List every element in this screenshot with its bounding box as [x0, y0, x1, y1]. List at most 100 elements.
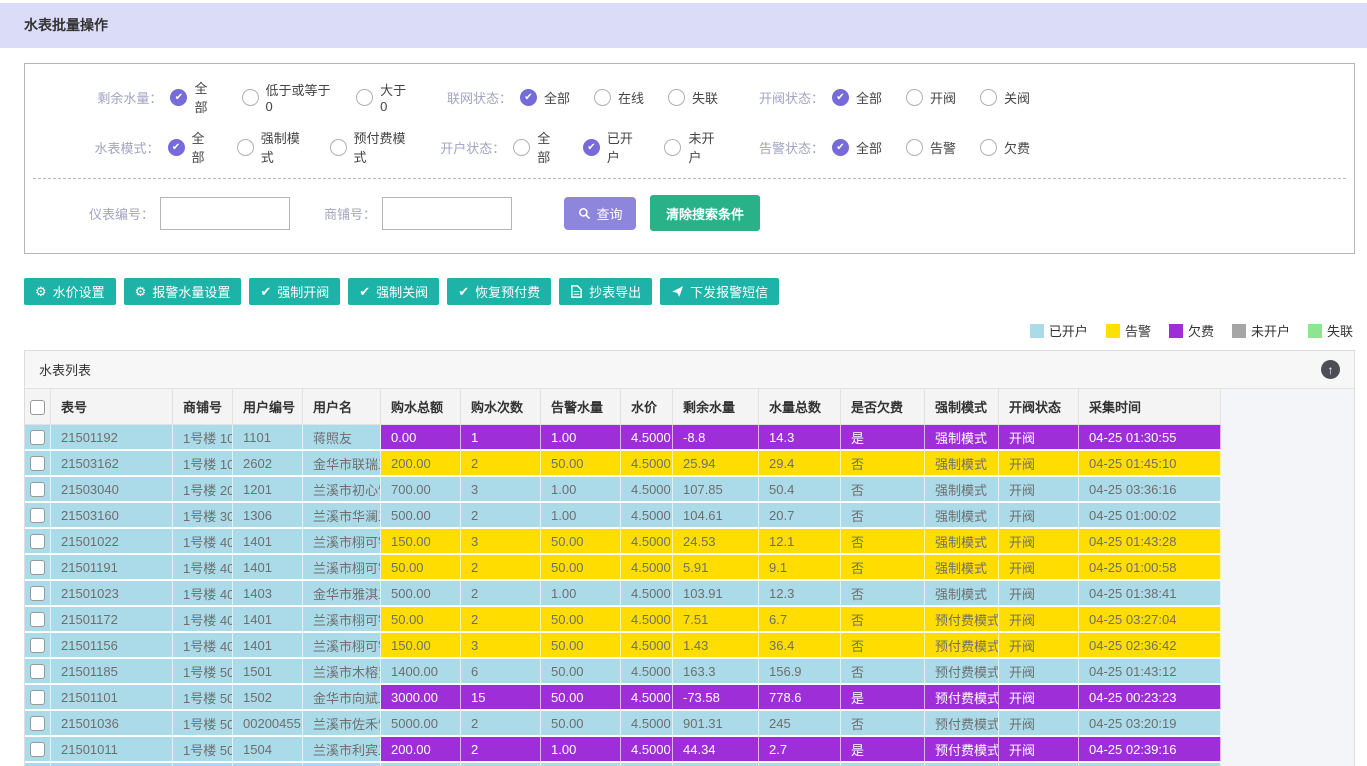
action-button-label: 水价设置 — [53, 282, 105, 301]
radio-unselected-icon[interactable] — [237, 139, 254, 156]
radio-option-valve-status[interactable]: 关阀 — [980, 88, 1030, 107]
radio-unselected-icon[interactable] — [906, 139, 923, 156]
meter-no-input[interactable] — [160, 197, 290, 230]
radio-unselected-icon[interactable] — [594, 89, 611, 106]
radio-unselected-icon[interactable] — [664, 139, 681, 156]
radio-selected-icon[interactable]: ✔ — [170, 89, 187, 106]
row-checkbox[interactable] — [30, 742, 45, 757]
radio-option-label: 全部 — [544, 88, 570, 107]
row-checkbox[interactable] — [30, 690, 45, 705]
row-checkbox[interactable] — [30, 612, 45, 627]
radio-option-remaining-water[interactable]: ✔全部 — [170, 78, 217, 116]
row-checkbox[interactable] — [30, 508, 45, 523]
table-row: 215031601号楼 3061306兰溪市华澜工贸500.0021.004.5… — [25, 503, 1221, 529]
radio-option-meter-mode[interactable]: 预付费模式 — [330, 128, 411, 166]
row-checkbox[interactable] — [30, 586, 45, 601]
column-header: 水量总数 — [759, 389, 841, 425]
table-cell: 50.00 — [541, 685, 621, 711]
radio-option-meter-mode[interactable]: 强制模式 — [237, 128, 306, 166]
action-button-label: 抄表导出 — [589, 282, 641, 301]
radio-option-account-status[interactable]: 未开户 — [664, 128, 722, 166]
table-cell: 50.00 — [381, 607, 461, 633]
table-cell: 否 — [841, 503, 925, 529]
table-cell: 901.31 — [673, 711, 759, 737]
filter-label-meter-mode: 水表模式： — [89, 138, 160, 157]
filter-label-network-status: 联网状态： — [434, 88, 512, 107]
row-checkbox[interactable] — [30, 430, 45, 445]
action-button-下发报警短信[interactable]: 下发报警短信 — [660, 278, 779, 305]
radio-option-alarm-status[interactable]: 告警 — [906, 138, 956, 157]
action-button-恢复预付费[interactable]: ✔恢复预付费 — [447, 278, 551, 305]
radio-selected-icon[interactable]: ✔ — [520, 89, 537, 106]
action-button-抄表导出[interactable]: 抄表导出 — [559, 278, 652, 305]
legend-swatch-icon — [1169, 324, 1183, 338]
row-checkbox[interactable] — [30, 664, 45, 679]
row-checkbox[interactable] — [30, 638, 45, 653]
radio-option-network-status[interactable]: ✔ 全部 — [520, 88, 570, 107]
action-button-强制开阀[interactable]: ✔强制开阀 — [249, 278, 340, 305]
radio-option-network-status[interactable]: 在线 — [594, 88, 644, 107]
column-header: 剩余水量 — [673, 389, 759, 425]
column-header: 采集时间 — [1079, 389, 1221, 425]
row-checkbox[interactable] — [30, 482, 45, 497]
radio-selected-icon[interactable]: ✔ — [832, 139, 849, 156]
table-cell: 1号楼 403 — [173, 581, 233, 607]
table-cell: 3 — [461, 477, 541, 503]
radio-option-account-status[interactable]: 全部 — [513, 128, 559, 166]
legend-label: 欠费 — [1188, 321, 1214, 340]
table-cell: 兰溪市初心饭店 — [303, 477, 381, 503]
table-cell: 强制模式 — [925, 503, 999, 529]
table-cell: 兰溪市利宾工贸 — [303, 737, 381, 763]
row-checkbox[interactable] — [30, 716, 45, 731]
action-button-报警水量设置[interactable]: ⚙报警水量设置 — [124, 278, 242, 305]
table-cell: 1号楼 306 — [173, 503, 233, 529]
radio-selected-icon[interactable]: ✔ — [168, 139, 185, 156]
table-cell: 36.4 — [759, 633, 841, 659]
radio-option-alarm-status[interactable]: 欠费 — [980, 138, 1030, 157]
row-checkbox[interactable] — [30, 456, 45, 471]
radio-selected-icon[interactable]: ✔ — [583, 139, 600, 156]
shop-no-input[interactable] — [382, 197, 512, 230]
table-cell: 700.00 — [381, 477, 461, 503]
table-row: 215010231号楼 4031403金华市雅淇工贸500.0021.004.5… — [25, 581, 1221, 607]
select-all-checkbox[interactable] — [30, 400, 45, 415]
radio-option-meter-mode[interactable]: ✔全部 — [168, 128, 213, 166]
radio-unselected-icon[interactable] — [980, 139, 997, 156]
table-cell: 50.4 — [759, 477, 841, 503]
radio-option-valve-status[interactable]: 开阀 — [906, 88, 956, 107]
radio-option-remaining-water[interactable]: 低于或等于0 — [242, 80, 333, 114]
table-cell: 00200455 — [233, 711, 303, 737]
radio-option-valve-status[interactable]: ✔全部 — [832, 88, 882, 107]
query-button[interactable]: 查询 — [564, 197, 636, 230]
table-cell: 预付费模式 — [925, 607, 999, 633]
clear-search-button[interactable]: 清除搜索条件 — [650, 195, 760, 231]
row-checkbox-cell — [25, 581, 51, 607]
table-row: 215011911号楼 4021401兰溪市栩可锦50.00250.004.50… — [25, 555, 1221, 581]
radio-unselected-icon[interactable] — [906, 89, 923, 106]
radio-unselected-icon[interactable] — [513, 139, 530, 156]
filter-rows: 剩余水量：✔全部低于或等于0大于0联网状态：✔全部在线失联开阀状态：✔全部开阀关… — [25, 78, 1354, 166]
radio-option-network-status[interactable]: 失联 — [668, 88, 718, 107]
radio-unselected-icon[interactable] — [242, 89, 259, 106]
action-button-水价设置[interactable]: ⚙水价设置 — [24, 278, 116, 305]
radio-option-remaining-water[interactable]: 大于0 — [356, 80, 410, 114]
radio-unselected-icon[interactable] — [980, 89, 997, 106]
filter-label-account-status: 开户状态： — [434, 138, 505, 157]
row-checkbox[interactable] — [30, 560, 45, 575]
row-checkbox[interactable] — [30, 534, 45, 549]
action-button-强制关阀[interactable]: ✔强制关阀 — [348, 278, 439, 305]
radio-selected-icon[interactable]: ✔ — [832, 89, 849, 106]
table-cell: 强制模式 — [925, 555, 999, 581]
radio-unselected-icon[interactable] — [330, 139, 347, 156]
dashed-divider — [33, 178, 1346, 179]
table-cell: 20.7 — [759, 503, 841, 529]
table-cell: 163.3 — [673, 659, 759, 685]
radio-option-alarm-status[interactable]: ✔全部 — [832, 138, 882, 157]
collapse-up-icon[interactable]: ↑ — [1321, 360, 1340, 379]
radio-option-account-status[interactable]: ✔已开户 — [583, 128, 641, 166]
radio-unselected-icon[interactable] — [356, 89, 373, 106]
table-cell: 04-25 03:20:19 — [1079, 711, 1221, 737]
radio-unselected-icon[interactable] — [668, 89, 685, 106]
table-cell: 21503040 — [51, 477, 173, 503]
row-checkbox-cell — [25, 529, 51, 555]
